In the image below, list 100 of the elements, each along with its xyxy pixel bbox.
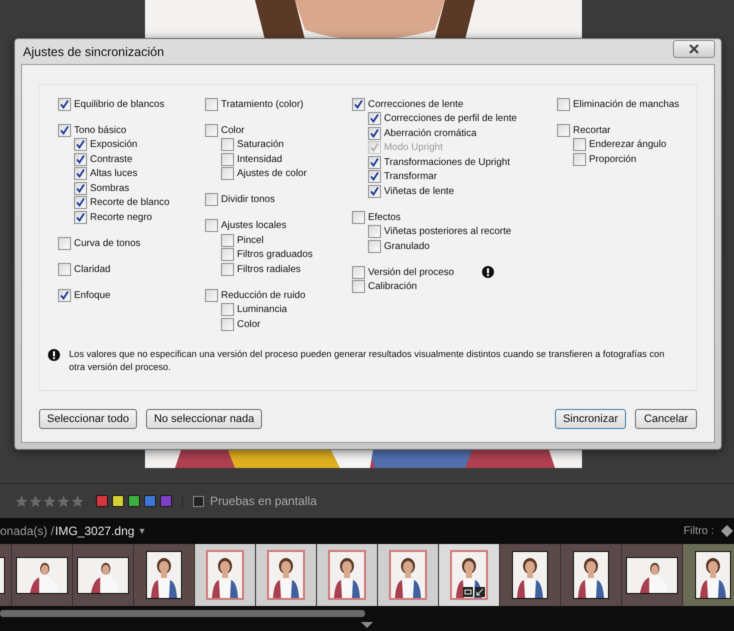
checkbox[interactable]	[368, 184, 381, 198]
option-label: Color	[221, 124, 244, 136]
checkbox[interactable]	[74, 138, 87, 152]
checkbox[interactable]	[74, 196, 87, 210]
option-label: Modo Upright	[384, 142, 443, 154]
checkbox[interactable]	[368, 170, 381, 184]
checkbox[interactable]	[205, 288, 218, 302]
checkbox[interactable]	[74, 167, 87, 180]
option-label: Exposición	[90, 139, 138, 150]
checkbox[interactable]	[557, 124, 570, 137]
filmstrip-cell[interactable]	[134, 544, 195, 606]
checkbox[interactable]	[58, 262, 71, 276]
option-label: Recorte de blanco	[90, 197, 170, 208]
option-label: Luminancia	[237, 304, 288, 316]
checkbox[interactable]	[58, 236, 71, 250]
checkbox[interactable]	[221, 248, 234, 262]
option-label: Contraste	[90, 154, 132, 165]
selection-path: onada(s) /	[0, 524, 54, 538]
option-label: Enfoque	[74, 290, 110, 301]
checkbox[interactable]	[74, 152, 87, 166]
checkbox[interactable]	[573, 138, 586, 152]
color-label[interactable]	[144, 495, 156, 507]
color-label[interactable]	[96, 495, 108, 507]
filmstrip-cell[interactable]	[622, 544, 683, 606]
checkbox[interactable]	[221, 262, 234, 276]
checkbox[interactable]	[205, 219, 218, 232]
option-label: Viñetas de lente	[384, 186, 454, 197]
color-label[interactable]	[160, 495, 172, 507]
checkbox[interactable]	[368, 126, 381, 140]
caret-icon[interactable]: ▾	[139, 525, 144, 537]
star-rating[interactable]	[15, 494, 84, 508]
checkbox[interactable]	[352, 280, 365, 294]
dialog-button[interactable]: Cancelar	[635, 409, 697, 429]
option-label: Granulado	[384, 240, 430, 252]
checkbox[interactable]	[74, 210, 87, 224]
diamond-icon[interactable]	[720, 524, 734, 538]
filmstrip-cell[interactable]	[195, 544, 256, 606]
checkbox[interactable]	[205, 124, 218, 137]
option-label: Correcciones de lente	[368, 98, 464, 110]
checkbox[interactable]	[58, 98, 71, 111]
option-label: Eliminación de manchas	[573, 98, 680, 110]
checkbox[interactable]	[205, 98, 218, 111]
filmstrip-cell[interactable]	[256, 544, 317, 606]
option-label: Aberración cromática	[384, 128, 477, 139]
option-label: Tratamiento (color)	[221, 98, 304, 110]
dialog-title: Ajustes de sincronización	[23, 44, 166, 58]
dialog-button[interactable]: No seleccionar nada	[146, 409, 262, 429]
filmstrip-cell[interactable]	[500, 544, 561, 606]
filmstrip-cell[interactable]	[683, 544, 734, 606]
checkbox[interactable]	[352, 266, 365, 279]
checkbox[interactable]	[205, 193, 218, 206]
checkbox[interactable]	[368, 225, 381, 238]
option-label: Enderezar ángulo	[589, 139, 666, 150]
filmstrip-cell[interactable]	[12, 544, 73, 606]
option-label: Claridad	[74, 264, 110, 275]
option-label: Dividir tonos	[221, 194, 275, 206]
option-label: Viñetas posteriores al recorte	[384, 226, 512, 238]
checkbox[interactable]	[221, 167, 234, 180]
color-label[interactable]	[128, 495, 140, 507]
proof-label: Pruebas en pantalla	[210, 494, 317, 508]
filmstrip-cell[interactable]	[73, 544, 134, 606]
checkbox[interactable]	[221, 318, 234, 331]
filmstrip-cell[interactable]	[439, 544, 500, 606]
checkbox[interactable]	[58, 124, 71, 137]
checkbox[interactable]	[74, 182, 87, 195]
dialog-button[interactable]: Seleccionar todo	[39, 409, 137, 429]
option-label: Equilibrio de blancos	[74, 98, 164, 110]
checkbox[interactable]	[368, 112, 381, 126]
checkbox[interactable]	[193, 496, 204, 506]
option-label: Transformar	[384, 171, 437, 182]
option-label: Proporción	[589, 154, 636, 165]
filmstrip-cell[interactable]	[561, 544, 622, 606]
option-label: Transformaciones de Upright	[384, 156, 510, 168]
option-label: Curva de tonos	[74, 238, 140, 249]
option-label: Calibración	[368, 281, 418, 292]
option-label: Filtros graduados	[237, 249, 313, 260]
filter-label: Filtro :	[683, 525, 714, 537]
file-name: IMG_3027.dng	[55, 524, 134, 538]
checkbox[interactable]	[221, 152, 234, 166]
option-label: Filtros radiales	[237, 264, 301, 275]
collapse-arrow-icon[interactable]	[361, 622, 373, 628]
filmstrip-cell[interactable]	[378, 544, 439, 606]
checkbox[interactable]	[368, 156, 381, 169]
option-label: Versión del proceso	[368, 266, 454, 278]
color-label[interactable]	[112, 495, 124, 507]
checkbox[interactable]	[368, 240, 381, 253]
filmstrip-cell[interactable]	[317, 544, 378, 606]
checkbox[interactable]	[573, 152, 586, 166]
scrollbar-thumb[interactable]	[0, 610, 365, 616]
dialog-button[interactable]: Sincronizar	[554, 409, 626, 429]
option-label: Recortar	[573, 124, 611, 136]
option-label: Efectos	[368, 212, 401, 223]
checkbox[interactable]	[557, 98, 570, 111]
checkbox[interactable]	[221, 138, 234, 152]
checkbox[interactable]	[221, 303, 234, 316]
close-button[interactable]	[673, 40, 715, 58]
checkbox[interactable]	[221, 234, 234, 247]
checkbox[interactable]	[352, 210, 365, 224]
checkbox[interactable]	[352, 98, 365, 111]
checkbox[interactable]	[58, 288, 71, 302]
